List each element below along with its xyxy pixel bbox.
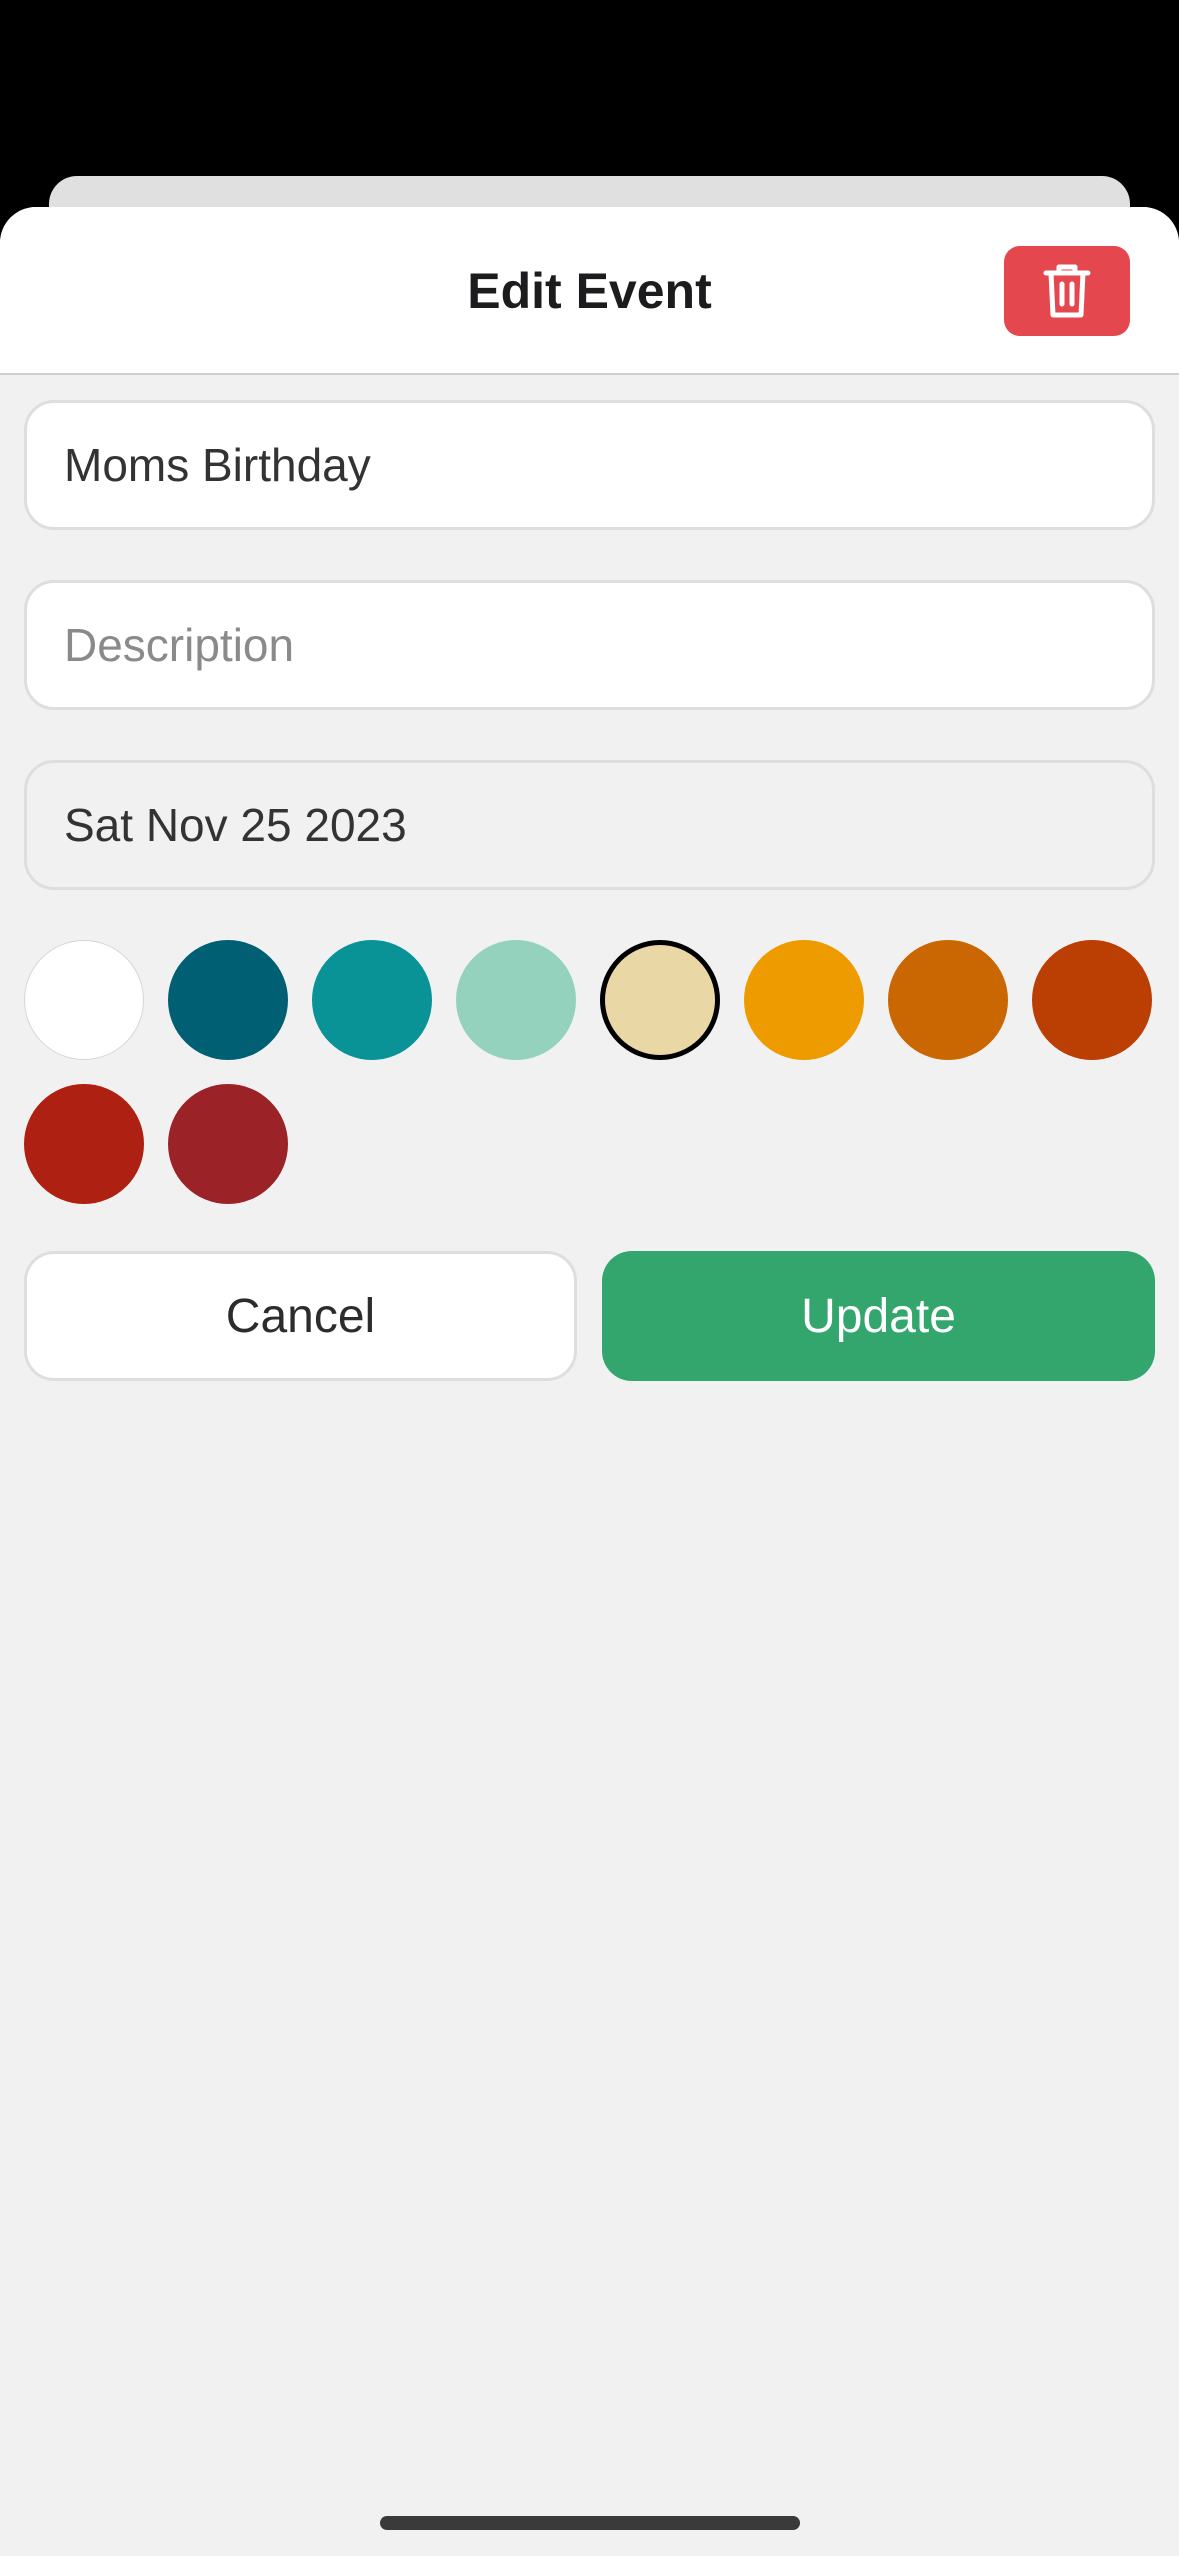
color-swatch-teal[interactable] <box>312 940 432 1060</box>
color-swatch-amber[interactable] <box>744 940 864 1060</box>
color-swatch-rust[interactable] <box>1032 940 1152 1060</box>
cancel-button[interactable]: Cancel <box>24 1251 577 1381</box>
color-swatch-white[interactable] <box>24 940 144 1060</box>
color-swatch-dark-teal[interactable] <box>168 940 288 1060</box>
color-swatch-mint[interactable] <box>456 940 576 1060</box>
edit-event-sheet: Edit Event Cancel Update <box>0 207 1179 2556</box>
date-field[interactable] <box>24 760 1155 890</box>
color-swatch-crimson[interactable] <box>168 1084 288 1204</box>
delete-button[interactable] <box>1004 246 1130 336</box>
page-title: Edit Event <box>467 263 712 319</box>
color-swatch-sand-selected[interactable] <box>600 940 720 1060</box>
color-swatch-orange[interactable] <box>888 940 1008 1060</box>
event-title-input[interactable] <box>24 400 1155 530</box>
trash-icon <box>1043 264 1091 318</box>
sheet-header: Edit Event <box>0 207 1179 375</box>
home-indicator <box>380 2516 800 2530</box>
description-input[interactable] <box>24 580 1155 710</box>
update-button[interactable]: Update <box>602 1251 1155 1381</box>
color-swatch-red[interactable] <box>24 1084 144 1204</box>
